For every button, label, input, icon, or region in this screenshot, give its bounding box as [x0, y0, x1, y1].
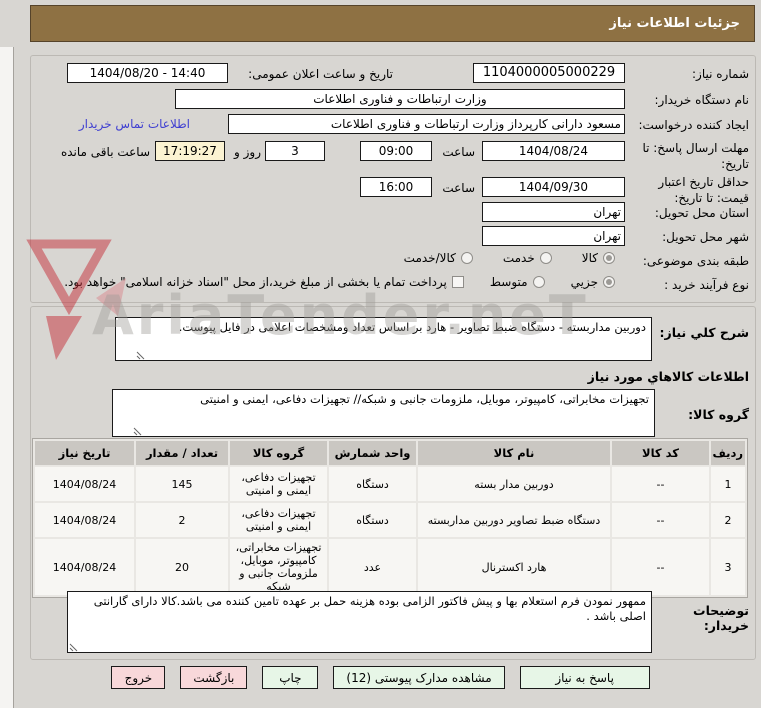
days-and-label: روز و [234, 145, 261, 159]
cell-row: 1 [711, 467, 745, 501]
cell-date: 1404/08/24 [35, 539, 134, 595]
buyer-org-field[interactable]: وزارت ارتباطات و فناوری اطلاعات [175, 89, 625, 109]
treasury-checkbox-label: پرداخت تمام یا بخشی از مبلغ خرید،از محل … [64, 275, 447, 289]
radio-goods-label: کالا [581, 251, 598, 265]
table-header-row: ردیف کد کالا نام کالا واحد شمارش گروه کا… [35, 441, 745, 465]
time-remaining-field[interactable]: 17:19:27 [155, 141, 225, 161]
announce-field[interactable]: 1404/08/20 - 14:40 [67, 63, 228, 83]
radio-checked-icon[interactable] [603, 276, 615, 288]
cell-unit: عدد [329, 539, 416, 595]
process-label: نوع فرآیند خرید : [664, 278, 749, 292]
cell-group: تجهیزات دفاعی، ایمنی و امنیتی [230, 467, 327, 501]
radio-goods-service[interactable]: کالا/خدمت [404, 251, 473, 265]
table-row: 3 -- هارد اکسترنال عدد تجهیزات مخابراتی،… [35, 539, 745, 595]
city-field[interactable]: تهران [482, 226, 625, 246]
description-textarea[interactable]: دوربین مداربسته - دستگاه ضبط تصاویر - ها… [115, 317, 652, 361]
validity-label: حداقل تاریخ اعتبار قیمت: تا تاریخ: [658, 175, 749, 205]
radio-icon[interactable] [460, 252, 473, 264]
province-field[interactable]: تهران [482, 202, 625, 222]
cell-code: -- [612, 503, 709, 537]
notes-label: توضیحات خریدار: [693, 603, 749, 633]
radio-partial-label: جزیي [570, 275, 598, 289]
col-row: ردیف [711, 441, 745, 465]
goods-group-label: گروه کالا: [688, 407, 749, 422]
goods-group-textarea[interactable]: تجهیزات مخابراتی، کامپیوتر، موبایل، ملزو… [112, 389, 655, 437]
goods-table: ردیف کد کالا نام کالا واحد شمارش گروه کا… [32, 438, 748, 598]
col-group: گروه کالا [230, 441, 327, 465]
creator-label: ایجاد کننده درخواست: [638, 118, 749, 132]
days-remaining-field[interactable]: 3 [265, 141, 325, 161]
notes-textarea[interactable]: ممهور نمودن فرم استعلام بها و پیش فاکتور… [67, 591, 652, 653]
col-date: تاریخ نیاز [35, 441, 134, 465]
validity-date-field[interactable]: 1404/09/30 [482, 177, 625, 197]
goods-info-panel: شرح کلي نیاز: دوربین مداربسته - دستگاه ض… [30, 306, 756, 660]
col-name: نام کالا [418, 441, 610, 465]
validity-time-field[interactable]: 16:00 [360, 177, 432, 197]
view-docs-button[interactable]: مشاهده مدارک پیوستی (12) [333, 666, 505, 689]
radio-icon[interactable] [532, 276, 545, 288]
remaining-label: ساعت باقی مانده [60, 145, 150, 159]
process-radio-group: جزیي متوسط پرداخت تمام یا بخشی از مبلغ خ… [64, 275, 615, 289]
radio-partial[interactable]: جزیي [571, 275, 615, 289]
radio-checked-icon[interactable] [603, 252, 615, 264]
print-button[interactable]: چاپ [262, 666, 319, 689]
radio-service-label: خدمت [502, 251, 535, 265]
radio-medium[interactable]: متوسط [490, 275, 545, 289]
announce-label: تاریخ و ساعت اعلان عمومی: [248, 67, 393, 81]
creator-field[interactable]: مسعود دارانی کارپرداز وزارت ارتباطات و ف… [228, 114, 625, 134]
need-number-label: شماره نیاز: [692, 67, 749, 81]
cell-group: تجهیزات دفاعی، ایمنی و امنیتی [230, 503, 327, 537]
page-title: جزئیات اطلاعات نیاز [30, 5, 755, 42]
cell-group: تجهیزات مخابراتی، کامپیوتر، موبایل، ملزو… [230, 539, 327, 595]
cell-row: 2 [711, 503, 745, 537]
table-row: 1 -- دوربین مدار بسته دستگاه تجهیزات دفا… [35, 467, 745, 501]
category-label: طبقه بندی موضوعی: [642, 254, 749, 268]
description-label: شرح کلي نیاز: [659, 325, 749, 340]
exit-button[interactable]: خروج [111, 666, 166, 689]
cell-quantity: 2 [136, 503, 228, 537]
left-scrollbar[interactable] [0, 47, 14, 708]
cell-quantity: 145 [136, 467, 228, 501]
col-code: کد کالا [612, 441, 709, 465]
radio-icon[interactable] [539, 252, 552, 264]
buyer-org-label: نام دستگاه خریدار: [654, 93, 750, 107]
back-button[interactable]: بازگشت [180, 666, 248, 689]
validity-hour-label: ساعت [442, 181, 475, 195]
deadline-date-field[interactable]: 1404/08/24 [482, 141, 625, 161]
city-label: شهر محل تحویل: [662, 230, 749, 244]
col-quantity: تعداد / مقدار [136, 441, 228, 465]
radio-medium-label: متوسط [489, 275, 528, 289]
cell-date: 1404/08/24 [35, 467, 134, 501]
cell-name: دوربین مدار بسته [418, 467, 610, 501]
cell-code: -- [612, 539, 709, 595]
category-radio-group: کالا خدمت کالا/خدمت [404, 251, 615, 265]
buyer-contact-link[interactable]: اطلاعات تماس خریدار [79, 117, 190, 131]
need-info-panel: شماره نیاز: 1104000005000229 تاریخ و ساع… [30, 55, 756, 303]
cell-unit: دستگاه [329, 467, 416, 501]
cell-date: 1404/08/24 [35, 503, 134, 537]
radio-goods[interactable]: کالا [582, 251, 615, 265]
goods-section-title: اطلاعات کالاهاي مورد نیاز [587, 369, 749, 384]
radio-goods-service-label: کالا/خدمت [403, 251, 456, 265]
deadline-hour-label: ساعت [442, 145, 475, 159]
cell-unit: دستگاه [329, 503, 416, 537]
footer-buttons: پاسخ به نیاز مشاهده مدارک پیوستی (12) چا… [0, 666, 761, 689]
table-row: 2 -- دستگاه ضبط تصاویر دوربین مداربسته د… [35, 503, 745, 537]
need-number-field[interactable]: 1104000005000229 [473, 63, 625, 83]
cell-quantity: 20 [136, 539, 228, 595]
province-label: استان محل تحویل: [654, 206, 749, 220]
cell-name: هارد اکسترنال [418, 539, 610, 595]
respond-button[interactable]: پاسخ به نیاز [519, 666, 650, 689]
deadline-time-field[interactable]: 09:00 [360, 141, 432, 161]
treasury-checkbox-item[interactable]: پرداخت تمام یا بخشی از مبلغ خرید،از محل … [64, 275, 464, 289]
radio-service[interactable]: خدمت [503, 251, 552, 265]
cell-row: 3 [711, 539, 745, 595]
col-unit: واحد شمارش [329, 441, 416, 465]
checkbox-icon[interactable] [451, 276, 464, 288]
deadline-label: مهلت ارسال پاسخ: تا تاریخ: [642, 141, 749, 171]
cell-code: -- [612, 467, 709, 501]
cell-name: دستگاه ضبط تصاویر دوربین مداربسته [418, 503, 610, 537]
page: جزئیات اطلاعات نیاز شماره نیاز: 11040000… [0, 0, 761, 708]
